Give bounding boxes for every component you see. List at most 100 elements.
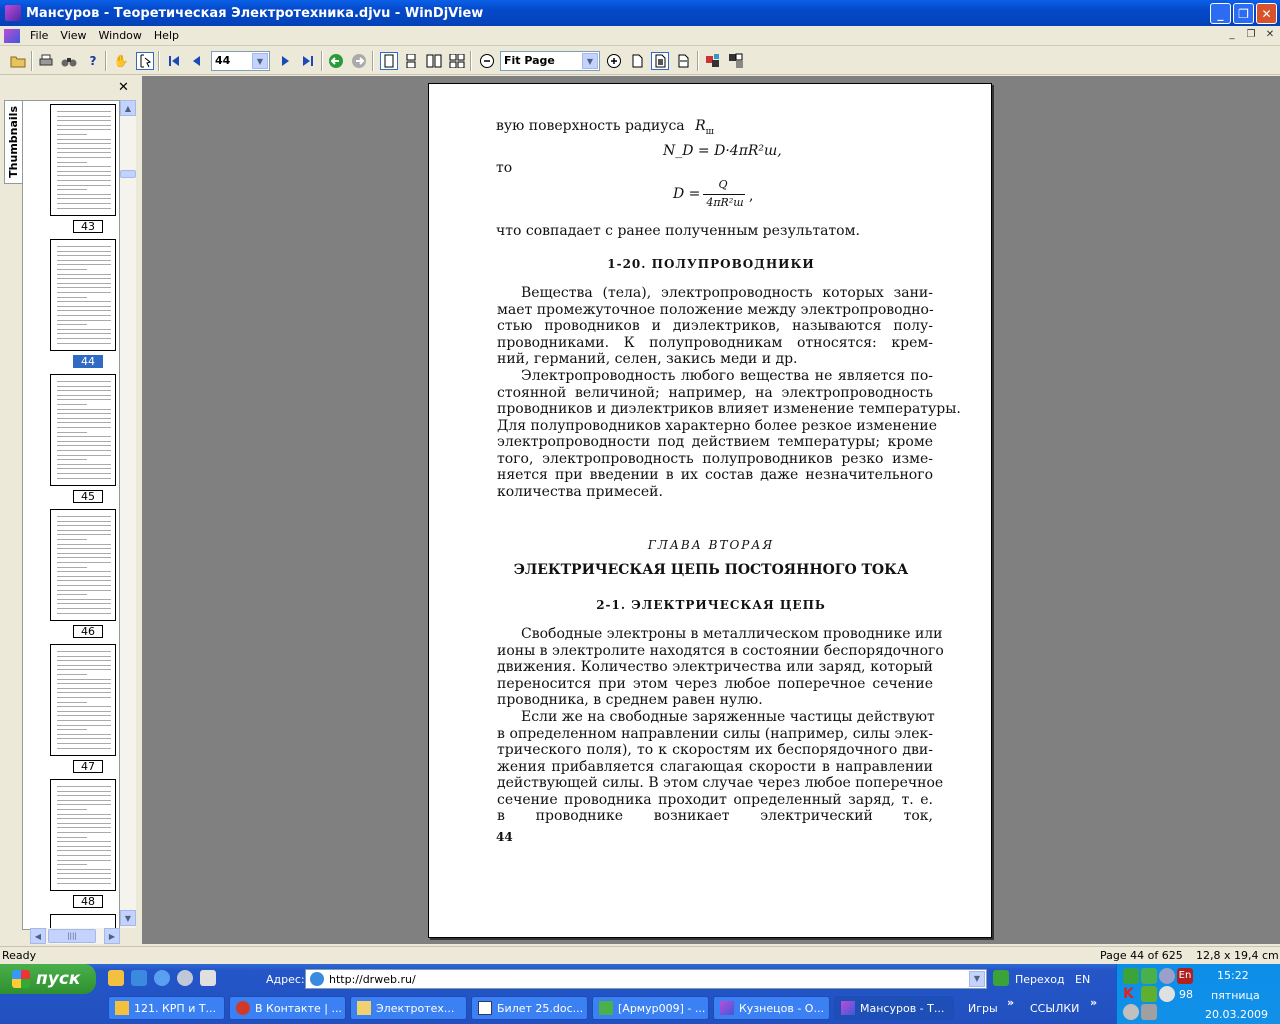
maximize-button[interactable]: ❐ xyxy=(1233,3,1254,24)
hscroll-thumb[interactable]: |||| xyxy=(48,929,96,943)
scroll-thumb[interactable] xyxy=(120,170,136,178)
tray-settings-icon[interactable] xyxy=(1123,1004,1139,1020)
page-dropdown-arrow-icon[interactable]: ▼ xyxy=(252,53,268,69)
menu-help[interactable]: Help xyxy=(148,29,185,42)
tray-nvidia-icon[interactable] xyxy=(1141,986,1157,1002)
previous-page-icon[interactable] xyxy=(188,52,206,70)
thumbnail-text-line xyxy=(57,529,111,531)
menu-view[interactable]: View xyxy=(54,29,92,42)
language-indicator[interactable]: EN xyxy=(1075,973,1090,986)
first-page-icon[interactable] xyxy=(165,52,183,70)
scroll-up-icon[interactable]: ▲ xyxy=(120,100,136,116)
tray-green-icon[interactable] xyxy=(1123,968,1139,984)
mdi-minimize-icon[interactable]: _ xyxy=(1224,28,1240,42)
thumbnail-page-number[interactable]: 48 xyxy=(73,895,103,908)
document-page[interactable]: вую поверхность радиуса Rш N_D = D·4πR²ш… xyxy=(428,83,992,938)
scroll-right-icon[interactable]: ▶ xyxy=(104,928,120,944)
go-arrow-icon[interactable] xyxy=(993,970,1009,986)
task-bilet[interactable]: Билет 25.doc... xyxy=(471,996,588,1020)
tray-power-icon[interactable] xyxy=(1159,968,1175,984)
print-icon[interactable] xyxy=(37,52,55,70)
task-armur[interactable]: [Армур009] - ... xyxy=(592,996,709,1020)
chevron-icon[interactable]: » xyxy=(1007,996,1014,1009)
display-mode-bw-icon[interactable] xyxy=(727,52,745,70)
quicklaunch-network-icon[interactable] xyxy=(131,970,147,986)
task-mansurov[interactable]: Мансуров - Т... xyxy=(834,996,954,1020)
go-button[interactable]: Переход xyxy=(1015,973,1065,986)
task-kuznetsov[interactable]: Кузнецов - О... xyxy=(713,996,830,1020)
find-binoculars-icon[interactable] xyxy=(60,52,78,70)
back-icon[interactable] xyxy=(327,52,345,70)
continuous-facing-icon[interactable] xyxy=(448,52,466,70)
tray-kaspersky-icon[interactable]: K xyxy=(1123,986,1139,1002)
document-icon[interactable] xyxy=(4,28,20,43)
zoom-dropdown-arrow-icon[interactable]: ▼ xyxy=(582,53,598,69)
thumbnail-list[interactable]: 43 44 45 46 47 48 xyxy=(22,100,120,930)
quicklaunch-printer-icon[interactable] xyxy=(200,970,216,986)
thumbnail-page-number[interactable]: 47 xyxy=(73,760,103,773)
title-bar[interactable]: Мансуров - Теоретическая Электротехника.… xyxy=(0,0,1280,26)
page-number-input[interactable]: 44 ▼ xyxy=(211,51,270,71)
address-dropdown-icon[interactable]: ▼ xyxy=(969,971,985,987)
task-elektrotekh[interactable]: Электротех... xyxy=(350,996,467,1020)
menu-file[interactable]: File xyxy=(24,29,54,42)
select-tool-icon[interactable] xyxy=(136,52,154,70)
hand-tool-icon[interactable]: ✋ xyxy=(112,52,130,70)
quicklaunch-pencil-icon[interactable] xyxy=(108,970,124,986)
thumbnail-page[interactable] xyxy=(50,239,116,351)
mdi-restore-icon[interactable]: ❐ xyxy=(1243,28,1259,42)
thumbnail-page[interactable] xyxy=(50,104,116,216)
thumbnail-hscrollbar[interactable]: ◀ |||| ▶ xyxy=(30,928,120,944)
fit-page-icon[interactable] xyxy=(651,52,669,70)
tray-lang-icon[interactable]: En xyxy=(1177,968,1193,984)
thumbnail-page-number[interactable]: 43 xyxy=(73,220,103,233)
single-page-icon[interactable] xyxy=(380,52,398,70)
thumbnail-page[interactable] xyxy=(50,374,116,486)
actual-size-icon[interactable] xyxy=(628,52,646,70)
menu-window[interactable]: Window xyxy=(93,29,148,42)
facing-pages-icon[interactable] xyxy=(425,52,443,70)
quicklaunch-globe-icon[interactable] xyxy=(177,970,193,986)
zoom-select[interactable]: Fit Page ▼ xyxy=(500,51,600,71)
next-page-icon[interactable] xyxy=(276,52,294,70)
thumbnail-scrollbar[interactable]: ▲ ▼ xyxy=(120,100,136,928)
thumbnail-text-line xyxy=(57,836,87,838)
task-krp[interactable]: 121. КРП и Т... xyxy=(108,996,225,1020)
scroll-left-icon[interactable]: ◀ xyxy=(30,928,46,944)
tray-people-icon[interactable] xyxy=(1141,968,1157,984)
minimize-button[interactable]: _ xyxy=(1210,3,1231,24)
open-folder-icon[interactable] xyxy=(9,52,27,70)
quicklaunch-ie-icon[interactable] xyxy=(154,970,170,986)
thumbnail-page-number[interactable]: 44 xyxy=(73,355,103,368)
display-mode-color-icon[interactable] xyxy=(704,52,722,70)
sidebar-close-icon[interactable]: ✕ xyxy=(118,80,129,95)
last-page-icon[interactable] xyxy=(299,52,317,70)
tab-thumbnails[interactable]: Thumbnails xyxy=(4,100,22,184)
continuous-icon[interactable] xyxy=(402,52,420,70)
thumbnail-text-line xyxy=(57,152,111,154)
thumbnail-page[interactable] xyxy=(50,509,116,621)
tray-volume-icon[interactable] xyxy=(1159,986,1175,1002)
chevron-links-icon[interactable]: » xyxy=(1090,996,1097,1009)
fit-width-icon[interactable] xyxy=(674,52,692,70)
chapter-title: ЭЛЕКТРИЧЕСКАЯ ЦЕПЬ ПОСТОЯННОГО ТОКА xyxy=(513,562,909,578)
help-icon[interactable]: ? xyxy=(84,52,102,70)
task-vkontakte[interactable]: В Контакте | ... xyxy=(229,996,346,1020)
zoom-out-icon[interactable] xyxy=(478,52,496,70)
toolbar-games[interactable]: Игры xyxy=(968,1002,998,1015)
scroll-down-icon[interactable]: ▼ xyxy=(120,910,136,926)
mdi-close-icon[interactable]: ✕ xyxy=(1262,28,1278,42)
tray-misc-icon[interactable] xyxy=(1141,1004,1157,1020)
start-button[interactable]: пуск xyxy=(0,964,96,994)
clock-time[interactable]: 15:22 xyxy=(1217,969,1249,982)
address-label: Адрес: xyxy=(266,973,305,986)
forward-icon[interactable] xyxy=(350,52,368,70)
thumbnail-page[interactable] xyxy=(50,779,116,891)
address-input[interactable]: http://drweb.ru/ ▼ xyxy=(305,969,987,989)
close-button[interactable]: ✕ xyxy=(1256,3,1277,24)
thumbnail-page-number[interactable]: 45 xyxy=(73,490,103,503)
thumbnail-page[interactable] xyxy=(50,644,116,756)
thumbnail-page-number[interactable]: 46 xyxy=(73,625,103,638)
zoom-in-icon[interactable] xyxy=(605,52,623,70)
toolbar-links[interactable]: ССЫЛКИ xyxy=(1030,1002,1079,1015)
